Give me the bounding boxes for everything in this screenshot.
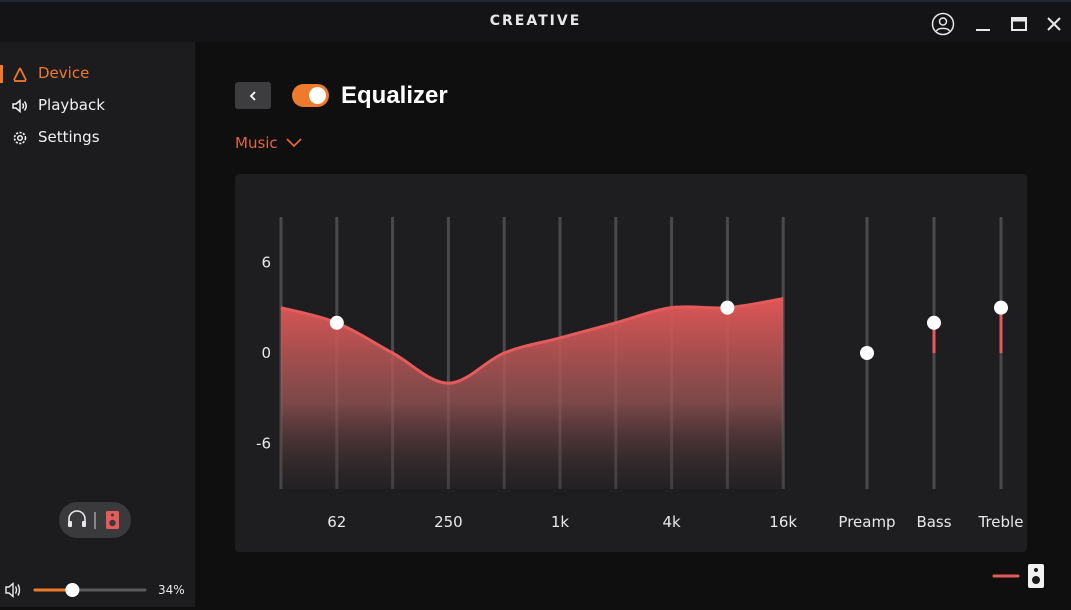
speaker-box-icon	[106, 511, 119, 529]
sidebar-item-label: Settings	[38, 128, 100, 146]
eq-band-handle[interactable]	[329, 315, 344, 330]
active-indicator	[0, 65, 3, 83]
y-tick-label: -6	[256, 435, 271, 453]
volume-icon	[5, 581, 21, 599]
sidebar-item-label: Playback	[38, 96, 105, 114]
sidebar-item-settings[interactable]: Settings	[0, 124, 195, 152]
output-switch-graphic	[68, 510, 119, 529]
headphones-icon	[68, 510, 86, 527]
page-title: Equalizer	[341, 82, 448, 109]
user-icon	[931, 12, 955, 36]
chevron-down-icon	[286, 138, 302, 148]
sidebar-item-label: Device	[38, 64, 90, 82]
freq-label: 62	[327, 513, 346, 531]
maximize-icon	[1011, 17, 1027, 31]
main-content: Equalizer Music 6 0 -6 62 250 1k 4k 16k Preamp…	[195, 42, 1071, 607]
freq-label: 250	[434, 513, 463, 531]
freq-label: 16k	[769, 513, 797, 531]
sidebar-item-playback[interactable]: Playback	[0, 92, 195, 120]
slider-thumb[interactable]	[994, 300, 1008, 315]
slider-label: Preamp	[838, 513, 895, 531]
volume-slider-thumb[interactable]	[65, 583, 80, 597]
minimize-button[interactable]	[970, 11, 996, 37]
output-switch[interactable]	[59, 502, 131, 538]
output-indicator	[988, 562, 1068, 592]
volume-value: 34%	[158, 583, 185, 597]
equalizer-toggle[interactable]	[292, 84, 329, 107]
preset-dropdown[interactable]: Music	[235, 134, 302, 152]
eq-curve-fill	[281, 298, 784, 489]
minimize-icon	[976, 29, 990, 31]
sidebar: Device Playback Settings 34%	[0, 42, 195, 607]
y-tick-label: 6	[261, 253, 271, 271]
output-indicator-graphic	[992, 564, 1044, 588]
freq-label: 1k	[551, 513, 570, 531]
speaker-box-icon	[1028, 564, 1044, 588]
device-icon	[13, 67, 27, 82]
gear-icon	[13, 131, 27, 145]
slider-label: Treble	[978, 513, 1024, 531]
title-bar: CREATIVE	[0, 0, 1071, 42]
close-button[interactable]	[1041, 11, 1067, 37]
account-button[interactable]	[930, 11, 956, 37]
brand-logo: CREATIVE	[489, 13, 582, 29]
speaker-icon	[12, 98, 27, 114]
toggle-knob	[309, 87, 326, 104]
chevron-left-icon	[249, 90, 256, 101]
equalizer-panel: 6 0 -6 62 250 1k 4k 16k Preamp Bass Treble	[235, 174, 1027, 552]
back-button[interactable]	[235, 82, 271, 109]
slider-label: Bass	[916, 513, 951, 531]
sidebar-item-device[interactable]: Device	[0, 60, 195, 88]
slider-thumb[interactable]	[860, 346, 874, 360]
volume-control: 34%	[0, 578, 195, 606]
freq-label: 4k	[662, 513, 681, 531]
slider-thumb[interactable]	[927, 315, 941, 330]
maximize-button[interactable]	[1006, 11, 1032, 37]
preset-value: Music	[235, 134, 278, 152]
close-icon	[1047, 17, 1061, 31]
equalizer-graph[interactable]: 6 0 -6 62 250 1k 4k 16k Preamp Bass Treble	[235, 174, 1027, 552]
y-tick-label: 0	[261, 344, 271, 362]
eq-band-handle[interactable]	[720, 300, 735, 315]
